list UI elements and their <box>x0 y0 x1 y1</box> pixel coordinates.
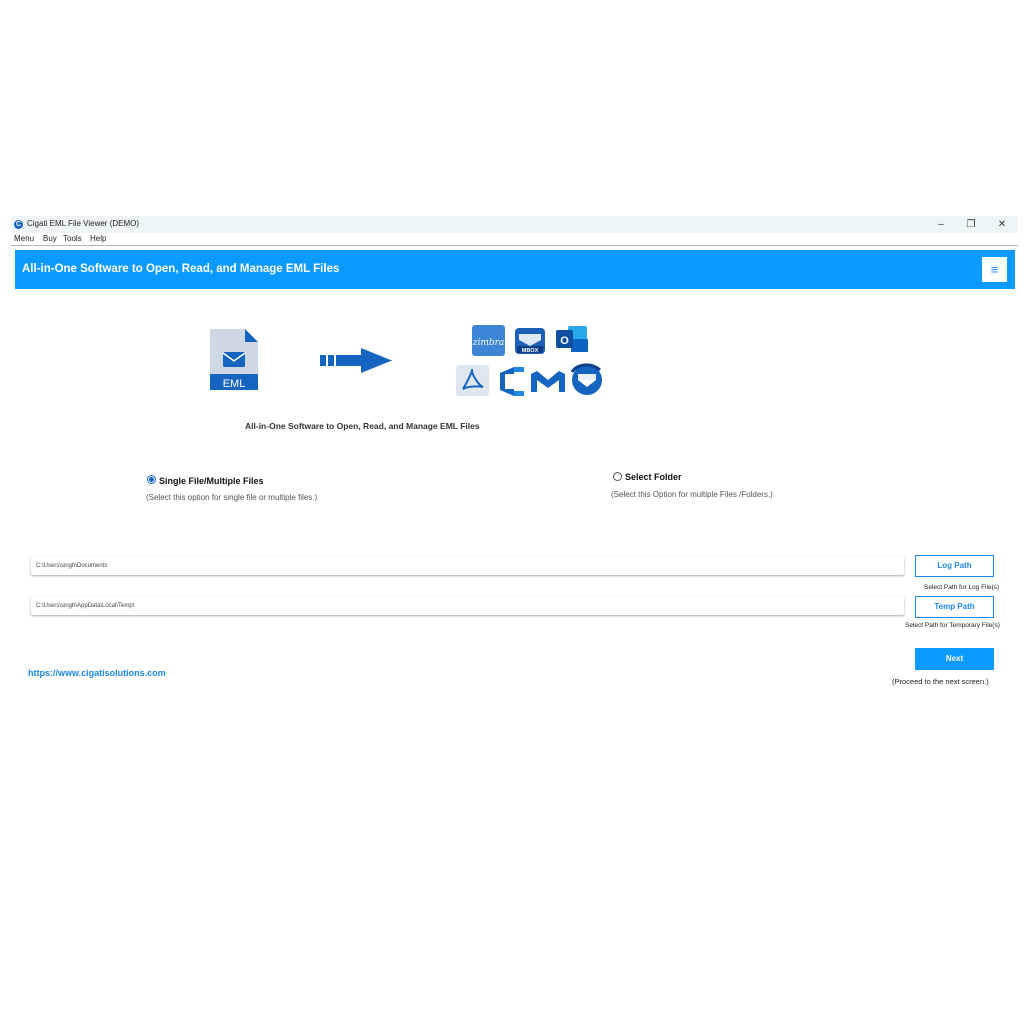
outlook-icon: O <box>556 326 588 352</box>
website-link[interactable]: https://www.cigatisolutions.com <box>28 668 166 678</box>
select-folder-radio[interactable] <box>613 472 622 481</box>
thunderbird-icon <box>570 363 602 395</box>
office365-icon <box>500 367 524 396</box>
tagline: All-in-One Software to Open, Read, and M… <box>245 421 480 431</box>
single-file-description: (Select this option for single file or m… <box>146 493 318 502</box>
zimbra-label: zimbra <box>472 338 505 348</box>
pdf-icon <box>456 365 489 396</box>
select-folder-label[interactable]: Select Folder <box>625 472 682 482</box>
select-folder-description: (Select this Option for multiple Files /… <box>611 490 773 499</box>
conversion-illustration: EML zimbra MBOX O <box>210 325 602 396</box>
next-button[interactable]: Next <box>915 648 994 670</box>
next-hint: (Proceed to the next screen.) <box>892 677 989 686</box>
log-path-button[interactable]: Log Path <box>915 555 994 577</box>
zimbra-icon: zimbra <box>472 325 505 356</box>
single-file-label[interactable]: Single File/Multiple Files <box>159 476 264 486</box>
app-window: C Cigati EML File Viewer (DEMO) – ❐ ✕ Me… <box>11 216 1018 690</box>
temp-path-hint: Select Path for Temporary File(s) <box>905 622 1000 629</box>
mbox-icon: MBOX <box>515 328 545 354</box>
conversion-arrow-icon <box>320 348 392 373</box>
log-path-input[interactable]: C:\Users\singh\Documents <box>31 557 904 575</box>
temp-path-button[interactable]: Temp Path <box>915 596 994 618</box>
eml-label: EML <box>223 378 246 390</box>
eml-file-icon: EML <box>210 329 258 390</box>
log-path-hint: Select Path for Log File(s) <box>924 584 1000 591</box>
mbox-label: MBOX <box>522 348 539 354</box>
temp-path-input[interactable]: C:\Users\singh\AppData\Local\Temp\ <box>31 597 904 615</box>
single-file-radio[interactable] <box>147 475 156 484</box>
outlook-label: O <box>560 335 569 347</box>
gmail-icon <box>531 371 565 392</box>
